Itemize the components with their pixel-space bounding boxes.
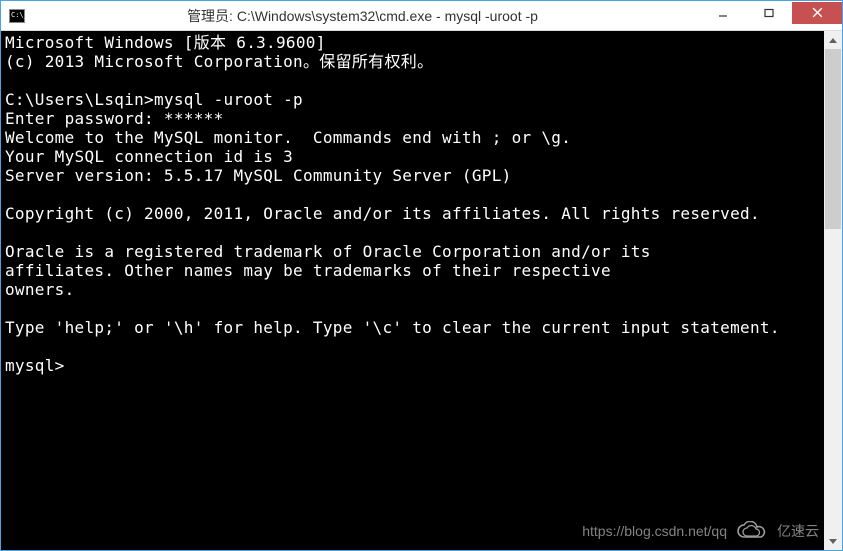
watermark-url: https://blog.csdn.net/qq — [582, 523, 727, 539]
window-controls — [700, 2, 842, 30]
vertical-scrollbar[interactable] — [824, 31, 842, 550]
terminal-line — [5, 185, 838, 204]
terminal-line: Microsoft Windows [版本 6.3.9600] — [5, 33, 838, 52]
terminal-line — [5, 223, 838, 242]
terminal-line: C:\Users\Lsqin>mysql -uroot -p — [5, 90, 838, 109]
terminal-line: owners. — [5, 280, 838, 299]
scrollbar-track[interactable] — [824, 49, 842, 532]
cmd-icon — [9, 9, 25, 23]
scrollbar-thumb[interactable] — [825, 49, 841, 229]
terminal-output[interactable]: Microsoft Windows [版本 6.3.9600](c) 2013 … — [1, 31, 842, 550]
close-button[interactable] — [792, 2, 842, 24]
terminal-line: Copyright (c) 2000, 2011, Oracle and/or … — [5, 204, 838, 223]
terminal-line: (c) 2013 Microsoft Corporation。保留所有权利。 — [5, 52, 838, 71]
scroll-up-button[interactable] — [824, 31, 842, 49]
terminal-line: affiliates. Other names may be trademark… — [5, 261, 838, 280]
scroll-down-button[interactable] — [824, 532, 842, 550]
terminal-line — [5, 299, 838, 318]
terminal-line — [5, 337, 838, 356]
cmd-window: 管理员: C:\Windows\system32\cmd.exe - mysql… — [0, 0, 843, 551]
watermark-brand: 亿速云 — [777, 521, 819, 541]
window-title: 管理员: C:\Windows\system32\cmd.exe - mysql… — [25, 6, 700, 26]
terminal-line: Your MySQL connection id is 3 — [5, 147, 838, 166]
terminal-line: Type 'help;' or '\h' for help. Type '\c'… — [5, 318, 838, 337]
terminal-line: Enter password: ****** — [5, 109, 838, 128]
terminal-line: Oracle is a registered trademark of Orac… — [5, 242, 838, 261]
cloud-icon — [735, 521, 769, 541]
terminal-line: Server version: 5.5.17 MySQL Community S… — [5, 166, 838, 185]
maximize-button[interactable] — [746, 2, 792, 24]
titlebar[interactable]: 管理员: C:\Windows\system32\cmd.exe - mysql… — [1, 1, 842, 31]
terminal-line — [5, 71, 838, 90]
watermark: https://blog.csdn.net/qq 亿速云 — [582, 521, 819, 541]
minimize-button[interactable] — [700, 2, 746, 24]
terminal-line: mysql> — [5, 356, 838, 375]
terminal-line: Welcome to the MySQL monitor. Commands e… — [5, 128, 838, 147]
